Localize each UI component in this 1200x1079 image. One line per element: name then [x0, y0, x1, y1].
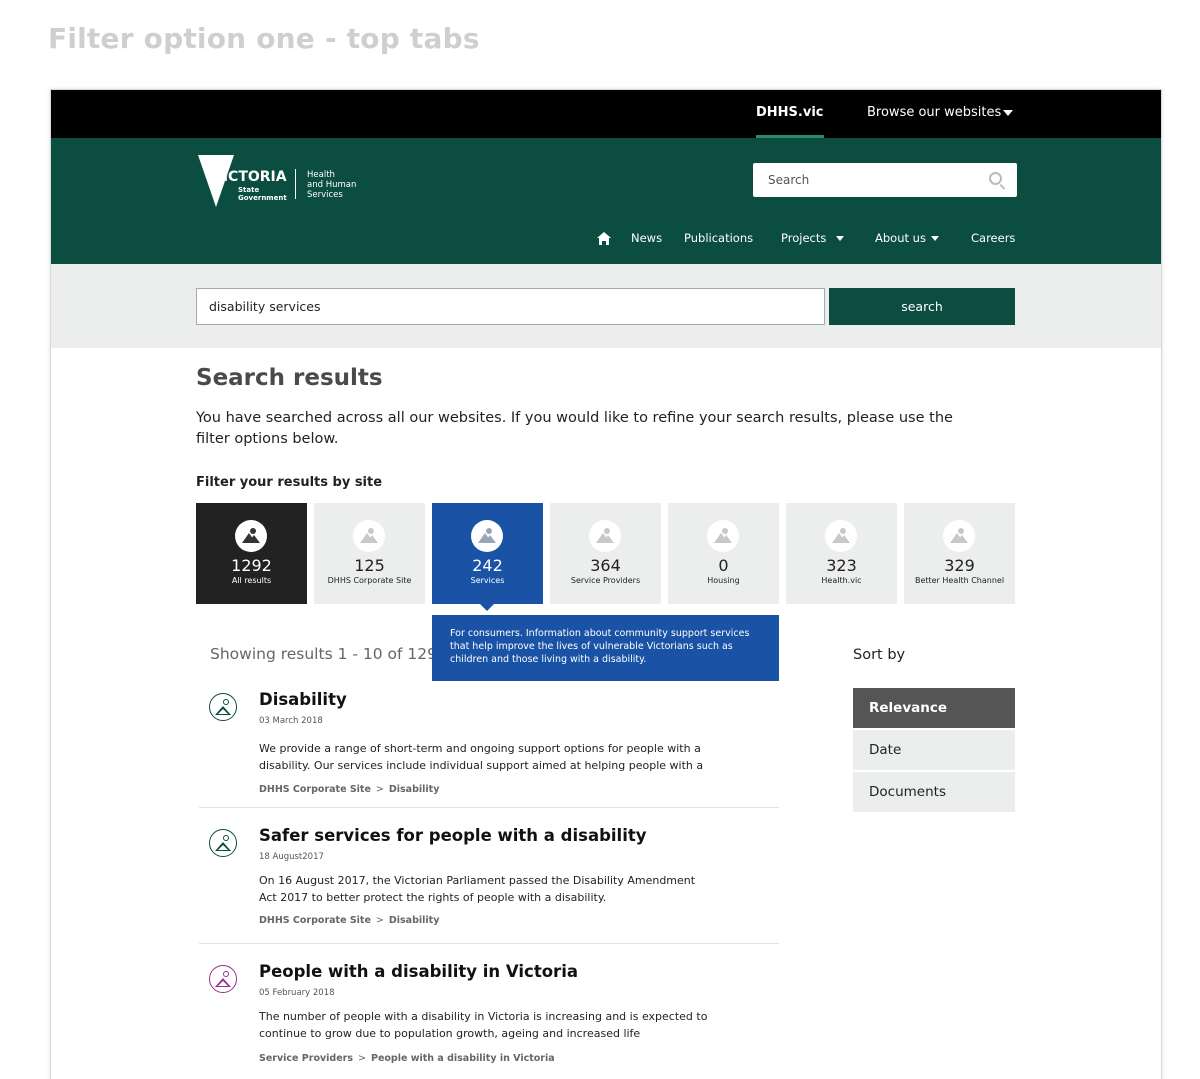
logo-wordmark: VICTORIA [212, 169, 287, 185]
tab-label: Services [470, 576, 505, 585]
chevron-down-icon[interactable] [931, 236, 939, 241]
sort-documents[interactable]: Documents [853, 772, 1015, 812]
filter-tab-health-vic[interactable]: 323 Health.vic [786, 503, 897, 604]
site-header: VICTORIA State Government Health and Human… [51, 138, 1161, 264]
logo-department: Health and Human Services [307, 170, 357, 200]
tab-label: Service Providers [570, 576, 641, 585]
image-icon [209, 965, 237, 993]
main-nav: News Publications Projects About us Care… [51, 224, 1161, 254]
tab-label: Housing [707, 576, 740, 585]
tab-count: 364 [590, 556, 621, 575]
logo-state-government: State Government [238, 186, 287, 202]
tab-label: Better Health Channel [914, 576, 1005, 585]
image-icon [209, 693, 237, 721]
nav-item-news[interactable]: News [631, 231, 662, 245]
filter-label: Filter your results by site [196, 475, 383, 490]
image-icon [825, 520, 857, 552]
result-breadcrumb: DHHS Corporate Site > Disability [259, 784, 439, 795]
search-band: search [51, 264, 1161, 348]
tab-label: Health.vic [821, 576, 862, 585]
tab-count: 323 [826, 556, 857, 575]
header-search-input[interactable] [753, 163, 983, 197]
site-link-dhhs[interactable]: DHHS.vic [756, 90, 824, 138]
filter-tab-service-providers[interactable]: 364 Service Providers [550, 503, 661, 604]
sort-options: Relevance Date Documents [853, 688, 1015, 814]
tab-count: 0 [718, 556, 729, 575]
image-icon [589, 520, 621, 552]
result-description: We provide a range of short-term and ong… [259, 742, 704, 772]
filter-tooltip: For consumers. Information about communi… [432, 615, 779, 681]
browse-websites-menu[interactable]: Browse our websites [867, 90, 1001, 138]
image-icon [235, 520, 267, 552]
tab-label: DHHS Corporate Site [327, 576, 412, 585]
result-description: On 16 August 2017, the Victorian Parliam… [259, 874, 696, 904]
image-icon [209, 829, 237, 857]
image-icon [471, 520, 503, 552]
result-title-link[interactable]: Disability [259, 690, 347, 709]
result-item: Disability 03 March 2018 We provide a ra… [199, 690, 779, 830]
tab-count: 1292 [231, 556, 272, 575]
image-icon [707, 520, 739, 552]
breadcrumb-separator: > [375, 784, 384, 795]
browser-frame: DHHS.vic Browse our websites VICTORIA St… [50, 89, 1162, 1079]
breadcrumb-separator: > [375, 915, 384, 926]
breadcrumb-site-link[interactable]: DHHS Corporate Site [259, 784, 371, 795]
result-title-link[interactable]: Safer services for people with a disabil… [259, 826, 647, 845]
intro-text: You have searched across all our website… [196, 410, 953, 447]
nav-item-about[interactable]: About us [875, 231, 926, 245]
image-icon [353, 520, 385, 552]
results-count: Showing results 1 - 10 of 1292 [210, 645, 447, 663]
chevron-down-icon[interactable] [836, 236, 844, 241]
main-search-input[interactable] [196, 288, 825, 325]
breadcrumb-separator: > [358, 1053, 366, 1064]
tab-count: 125 [354, 556, 385, 575]
search-icon[interactable] [989, 172, 1002, 185]
page-heading: Filter option one - top tabs [48, 22, 480, 55]
tab-count: 242 [472, 556, 503, 575]
result-date: 03 March 2018 [259, 716, 323, 726]
result-breadcrumb: Service Providers > People with a disabili… [259, 1053, 555, 1064]
result-title-link[interactable]: People with a disability in Victoria [259, 962, 578, 981]
header-search [753, 163, 1017, 197]
result-item: People with a disability in Victoria 05 … [199, 962, 779, 1079]
nav-item-publications[interactable]: Publications [684, 231, 753, 245]
page-title: Search results [196, 365, 383, 391]
result-date: 18 August2017 [259, 852, 324, 862]
filter-tab-dhhs-corporate-site[interactable]: 125 DHHS Corporate Site [314, 503, 425, 604]
breadcrumb-page-link[interactable]: People with a disability in Victoria [371, 1053, 555, 1064]
breadcrumb-site-link[interactable]: Service Providers [259, 1053, 353, 1064]
result-breadcrumb: DHHS Corporate Site > Disability [259, 915, 439, 926]
image-icon [943, 520, 975, 552]
sort-relevance[interactable]: Relevance [853, 688, 1015, 728]
sort-date[interactable]: Date [853, 730, 1015, 770]
tab-label: All results [231, 576, 272, 585]
caret-down-icon[interactable] [1003, 110, 1013, 116]
top-bar: DHHS.vic Browse our websites [51, 90, 1161, 138]
victoria-logo[interactable]: VICTORIA State Government Health and Human… [198, 155, 368, 207]
result-date: 05 February 2018 [259, 988, 335, 998]
site-filter-tabs: 1292 All results 125 DHHS Corporate Site… [196, 503, 1016, 611]
tab-count: 329 [944, 556, 975, 575]
home-icon[interactable] [597, 232, 611, 245]
filter-tab-all-results[interactable]: 1292 All results [196, 503, 307, 604]
search-button[interactable]: search [829, 288, 1015, 325]
nav-item-careers[interactable]: Careers [971, 231, 1015, 245]
filter-tab-better-health-channel[interactable]: 329 Better Health Channel [904, 503, 1015, 604]
breadcrumb-site-link[interactable]: DHHS Corporate Site [259, 915, 371, 926]
result-divider [199, 943, 779, 944]
filter-tab-housing[interactable]: 0 Housing [668, 503, 779, 604]
filter-tab-services[interactable]: 242 Services [432, 503, 543, 611]
nav-item-projects[interactable]: Projects [781, 231, 826, 245]
sort-by-label: Sort by [853, 647, 906, 663]
result-item: Safer services for people with a disabil… [199, 826, 779, 966]
breadcrumb-page-link[interactable]: Disability [389, 915, 440, 926]
logo-divider [295, 169, 296, 199]
breadcrumb-page-link[interactable]: Disability [389, 784, 440, 795]
result-description: The number of people with a disability i… [259, 1010, 708, 1040]
result-divider [199, 807, 779, 808]
